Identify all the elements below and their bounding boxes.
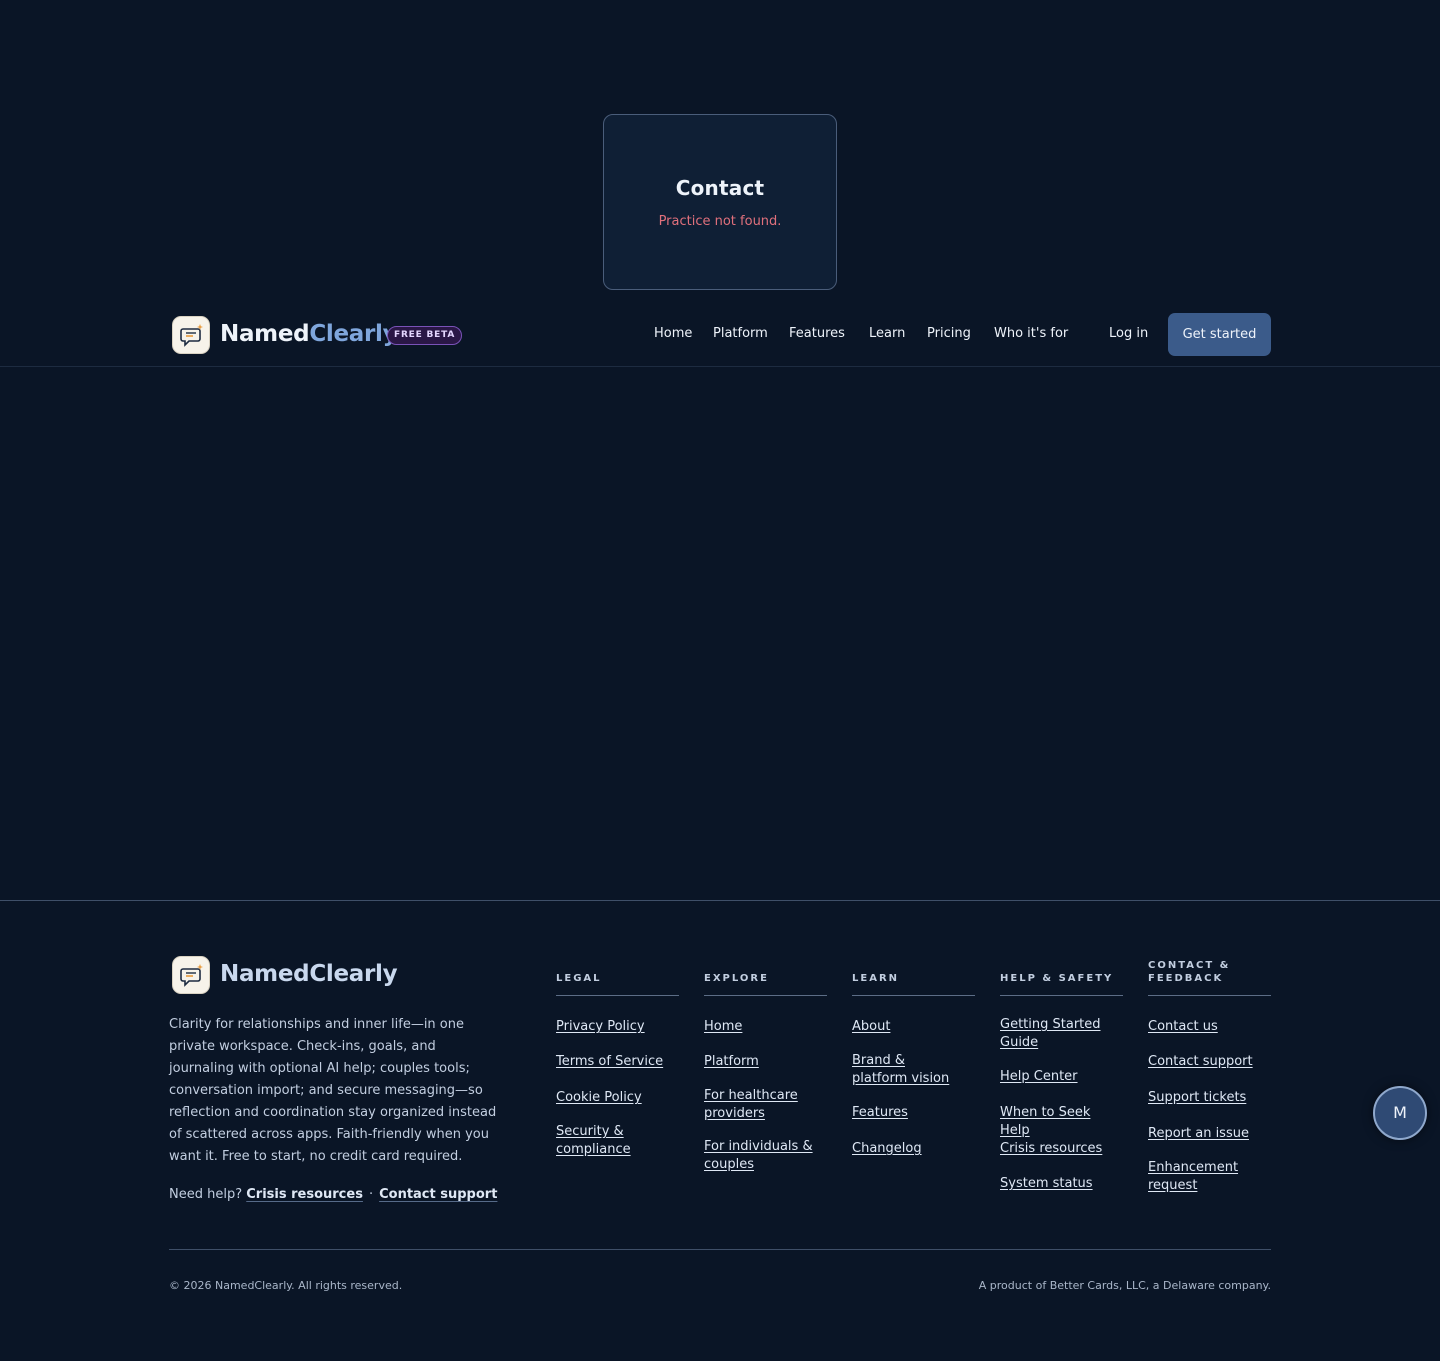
footer-link[interactable]: Home	[704, 1018, 822, 1036]
footer-link[interactable]: Contact us	[1148, 1018, 1266, 1036]
login-link[interactable]: Log in	[1109, 326, 1148, 341]
nav-who-its-for[interactable]: Who it's for	[994, 326, 1068, 341]
footer-link[interactable]: For individuals & couples	[704, 1138, 814, 1174]
column-heading: EXPLORE	[704, 973, 769, 984]
column-divider	[704, 995, 827, 996]
footer-link[interactable]: Report an issue	[1148, 1125, 1266, 1143]
contact-card: Contact Practice not found.	[603, 114, 837, 290]
footer-logo-icon[interactable]	[172, 956, 210, 994]
get-started-button[interactable]: Get started	[1168, 313, 1271, 356]
footer-link[interactable]: Getting Started Guide	[1000, 1016, 1110, 1052]
nav-learn[interactable]: Learn	[869, 326, 905, 341]
error-message: Practice not found.	[658, 214, 782, 229]
card-title: Contact	[675, 176, 765, 200]
company-note: A product of Better Cards, LLC, a Delawa…	[978, 1279, 1271, 1292]
footer-link[interactable]: When to Seek Help	[1000, 1104, 1118, 1140]
footer-link[interactable]: Cookie Policy	[556, 1089, 674, 1107]
footer-brand-name[interactable]: NamedClearly	[220, 961, 398, 987]
column-divider	[1148, 995, 1271, 996]
footer-link[interactable]: System status	[1000, 1175, 1118, 1193]
separator: ·	[368, 1187, 374, 1202]
footer-link[interactable]: For healthcare providers	[704, 1087, 809, 1123]
nav-features[interactable]: Features	[789, 326, 845, 341]
footer-link[interactable]: Help Center	[1000, 1068, 1118, 1086]
footer-link[interactable]: About	[852, 1018, 970, 1036]
contact-support-link[interactable]: Contact support	[379, 1187, 497, 1202]
footer-link[interactable]: Support tickets	[1148, 1089, 1266, 1107]
brand-name[interactable]: NamedClearly	[220, 321, 398, 347]
footer-link[interactable]: Enhancement request	[1148, 1159, 1243, 1195]
column-heading: LEGAL	[556, 973, 602, 984]
column-heading: LEARN	[852, 973, 900, 984]
footer: NamedClearly Clarity for relationships a…	[0, 900, 1440, 1361]
footer-link[interactable]: Security & compliance	[556, 1123, 636, 1159]
user-avatar[interactable]: M	[1373, 1086, 1427, 1140]
top-navigation: NamedClearly FREE BETA Home Platform Fea…	[0, 300, 1440, 367]
footer-divider	[169, 1249, 1271, 1250]
column-divider	[556, 995, 679, 996]
nav-home[interactable]: Home	[654, 326, 692, 341]
nav-platform[interactable]: Platform	[713, 326, 768, 341]
copyright: © 2026 NamedClearly. All rights reserved…	[169, 1279, 403, 1292]
column-divider	[1000, 995, 1123, 996]
footer-link[interactable]: Privacy Policy	[556, 1018, 674, 1036]
beta-badge: FREE BETA	[387, 326, 463, 345]
need-help-line: Need help? Crisis resources · Contact supp…	[169, 1187, 497, 1202]
footer-link[interactable]: Features	[852, 1104, 970, 1122]
footer-link[interactable]: Contact support	[1148, 1053, 1266, 1071]
nav-pricing[interactable]: Pricing	[927, 326, 971, 341]
footer-link[interactable]: Crisis resources	[1000, 1140, 1118, 1158]
column-heading: CONTACT & FEEDBACK	[1148, 960, 1231, 984]
logo-icon[interactable]	[172, 316, 210, 354]
footer-link[interactable]: Platform	[704, 1053, 822, 1071]
crisis-resources-link[interactable]: Crisis resources	[246, 1187, 363, 1202]
footer-link[interactable]: Changelog	[852, 1140, 970, 1158]
column-divider	[852, 995, 975, 996]
footer-link[interactable]: Brand & platform vision	[852, 1052, 964, 1088]
column-heading: HELP & SAFETY	[1000, 973, 1114, 984]
footer-tagline: Clarity for relationships and inner life…	[169, 1017, 497, 1164]
need-help-label: Need help?	[169, 1187, 243, 1202]
footer-link[interactable]: Terms of Service	[556, 1053, 674, 1071]
